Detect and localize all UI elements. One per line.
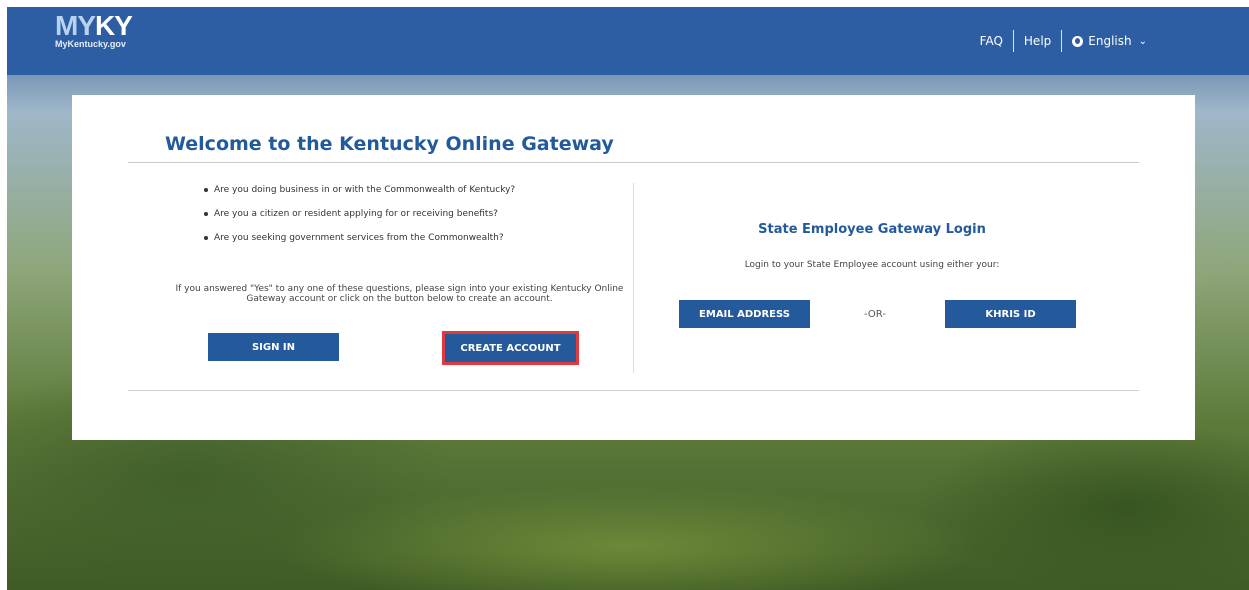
question-item: Are you doing business in or with the Co… — [202, 184, 515, 208]
or-separator: -OR- — [864, 309, 886, 320]
state-employee-description: Login to your State Employee account usi… — [744, 260, 1000, 270]
page-title: Welcome to the Kentucky Online Gateway — [165, 133, 614, 155]
khris-id-login-button[interactable]: KHRIS ID — [945, 300, 1076, 328]
language-label: English — [1088, 34, 1132, 48]
logo-wordmark: MYKY — [55, 10, 133, 41]
language-selector[interactable]: English ⌄ — [1072, 34, 1147, 48]
nav-separator — [1012, 30, 1014, 52]
sign-in-button[interactable]: SIGN IN — [208, 333, 339, 361]
answer-instructions: If you answered "Yes" to any one of thes… — [175, 284, 624, 304]
create-account-button[interactable]: CREATE ACCOUNT — [445, 334, 576, 362]
question-item: Are you seeking government services from… — [202, 232, 515, 256]
email-address-login-button[interactable]: EMAIL ADDRESS — [679, 300, 810, 328]
state-employee-title: State Employee Gateway Login — [758, 222, 986, 237]
create-account-highlight: CREATE ACCOUNT — [442, 331, 579, 365]
eligibility-questions-list: Are you doing business in or with the Co… — [202, 184, 515, 256]
logo-ky: KY — [95, 10, 133, 41]
help-link[interactable]: Help — [1024, 34, 1051, 48]
chevron-down-icon: ⌄ — [1138, 35, 1147, 47]
globe-icon — [1072, 35, 1084, 47]
gateway-card: Welcome to the Kentucky Online Gateway A… — [72, 95, 1195, 440]
myky-logo[interactable]: MYKY MyKentucky.gov — [55, 10, 133, 50]
logo-subtitle: MyKentucky.gov — [55, 39, 126, 49]
top-navigation-bar: MYKY MyKentucky.gov FAQ Help English ⌄ — [7, 7, 1249, 75]
nav-separator — [1061, 30, 1063, 52]
question-item: Are you a citizen or resident applying f… — [202, 208, 515, 232]
section-divider — [633, 183, 634, 373]
page-background: MYKY MyKentucky.gov FAQ Help English ⌄ W… — [7, 7, 1249, 590]
top-nav-links: FAQ Help English ⌄ — [980, 30, 1147, 52]
faq-link[interactable]: FAQ — [980, 34, 1003, 48]
bottom-divider — [128, 390, 1139, 391]
title-divider — [128, 162, 1139, 163]
logo-my: MY — [55, 10, 96, 41]
